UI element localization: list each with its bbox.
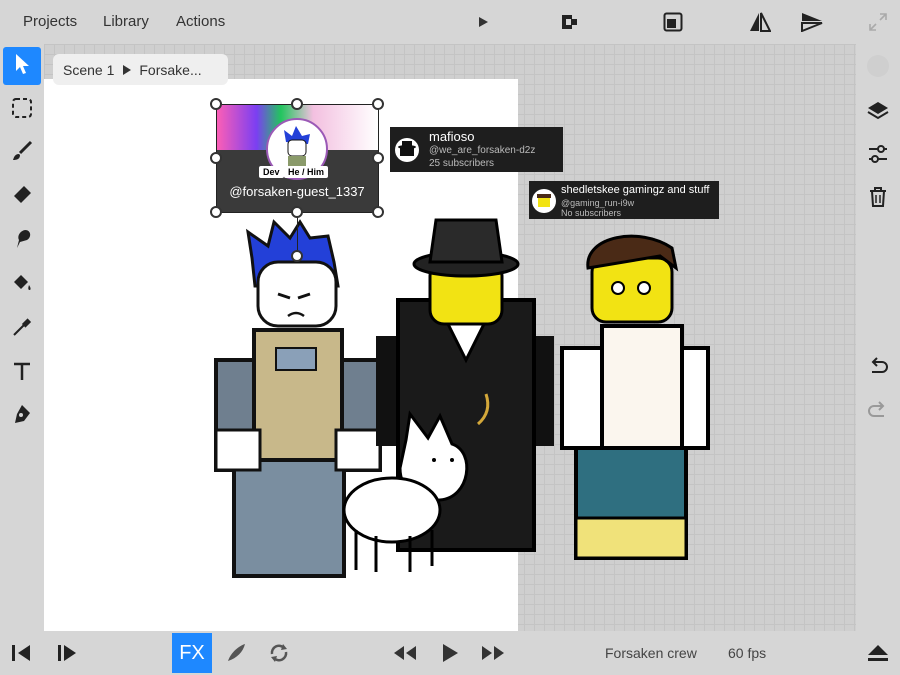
mafioso-subscribers: 25 subscribers	[429, 158, 495, 169]
eject-icon[interactable]	[865, 641, 891, 665]
resize-handle-bottom-left[interactable]	[210, 206, 222, 218]
color-circle-icon[interactable]	[866, 54, 890, 78]
shedletsky-handle: @gaming_run-i9w	[561, 198, 635, 208]
resize-handle-bottom[interactable]	[291, 206, 303, 218]
profile-handle: @forsaken-guest_1337	[229, 184, 365, 199]
brush-tip-icon[interactable]	[223, 641, 249, 665]
shedletsky-character	[560, 234, 710, 560]
fx-button[interactable]: FX	[172, 633, 212, 673]
resize-handle-top-right[interactable]	[372, 98, 384, 110]
project-name[interactable]: Forsaken crew	[605, 645, 697, 661]
resize-handle-left[interactable]	[210, 152, 222, 164]
shedletsky-subscribers: No subscribers	[561, 208, 622, 218]
mafioso-name: mafioso	[429, 129, 475, 144]
fast-forward-icon[interactable]	[480, 641, 506, 665]
shedletsky-avatar	[532, 189, 556, 213]
step-back-icon[interactable]	[8, 641, 34, 665]
rotation-handle[interactable]	[291, 250, 303, 262]
breadcrumb-scene[interactable]: Scene 1	[63, 62, 114, 78]
shedletsky-name: shedletskee gamingz and stuff	[561, 184, 710, 196]
pronouns-badge: He / Him	[284, 166, 329, 178]
step-forward-icon[interactable]	[54, 641, 80, 665]
trash-icon[interactable]	[866, 185, 890, 209]
resize-handle-top-left[interactable]	[210, 98, 222, 110]
undo-icon[interactable]	[866, 354, 890, 378]
play-button-icon[interactable]	[437, 641, 463, 665]
shedletsky-tooltip: shedletskee gamingz and stuff @gaming_ru…	[529, 181, 719, 219]
breadcrumb-layer[interactable]: Forsake...	[139, 62, 201, 78]
profile-card[interactable]: Dev He / Him @forsaken-guest_1337	[216, 104, 378, 212]
redo-icon[interactable]	[866, 398, 890, 422]
artwork	[214, 218, 710, 578]
resize-handle-right[interactable]	[372, 152, 384, 164]
layers-icon[interactable]	[866, 99, 890, 123]
right-toolbar	[856, 44, 900, 631]
breadcrumb[interactable]: Scene 1 Forsake...	[53, 54, 228, 85]
loop-icon[interactable]	[266, 641, 292, 665]
mafioso-tooltip: mafioso @we_are_forsaken-d2z 25 subscrib…	[390, 127, 563, 172]
mafioso-avatar	[395, 138, 419, 162]
mafioso-handle: @we_are_forsaken-d2z	[429, 145, 536, 156]
breadcrumb-separator-icon	[122, 62, 132, 78]
fps-setting[interactable]: 60 fps	[728, 645, 766, 661]
sliders-icon[interactable]	[866, 142, 890, 166]
resize-handle-bottom-right[interactable]	[372, 206, 384, 218]
resize-handle-top[interactable]	[291, 98, 303, 110]
dev-badge: Dev	[259, 166, 284, 178]
rewind-icon[interactable]	[392, 641, 418, 665]
